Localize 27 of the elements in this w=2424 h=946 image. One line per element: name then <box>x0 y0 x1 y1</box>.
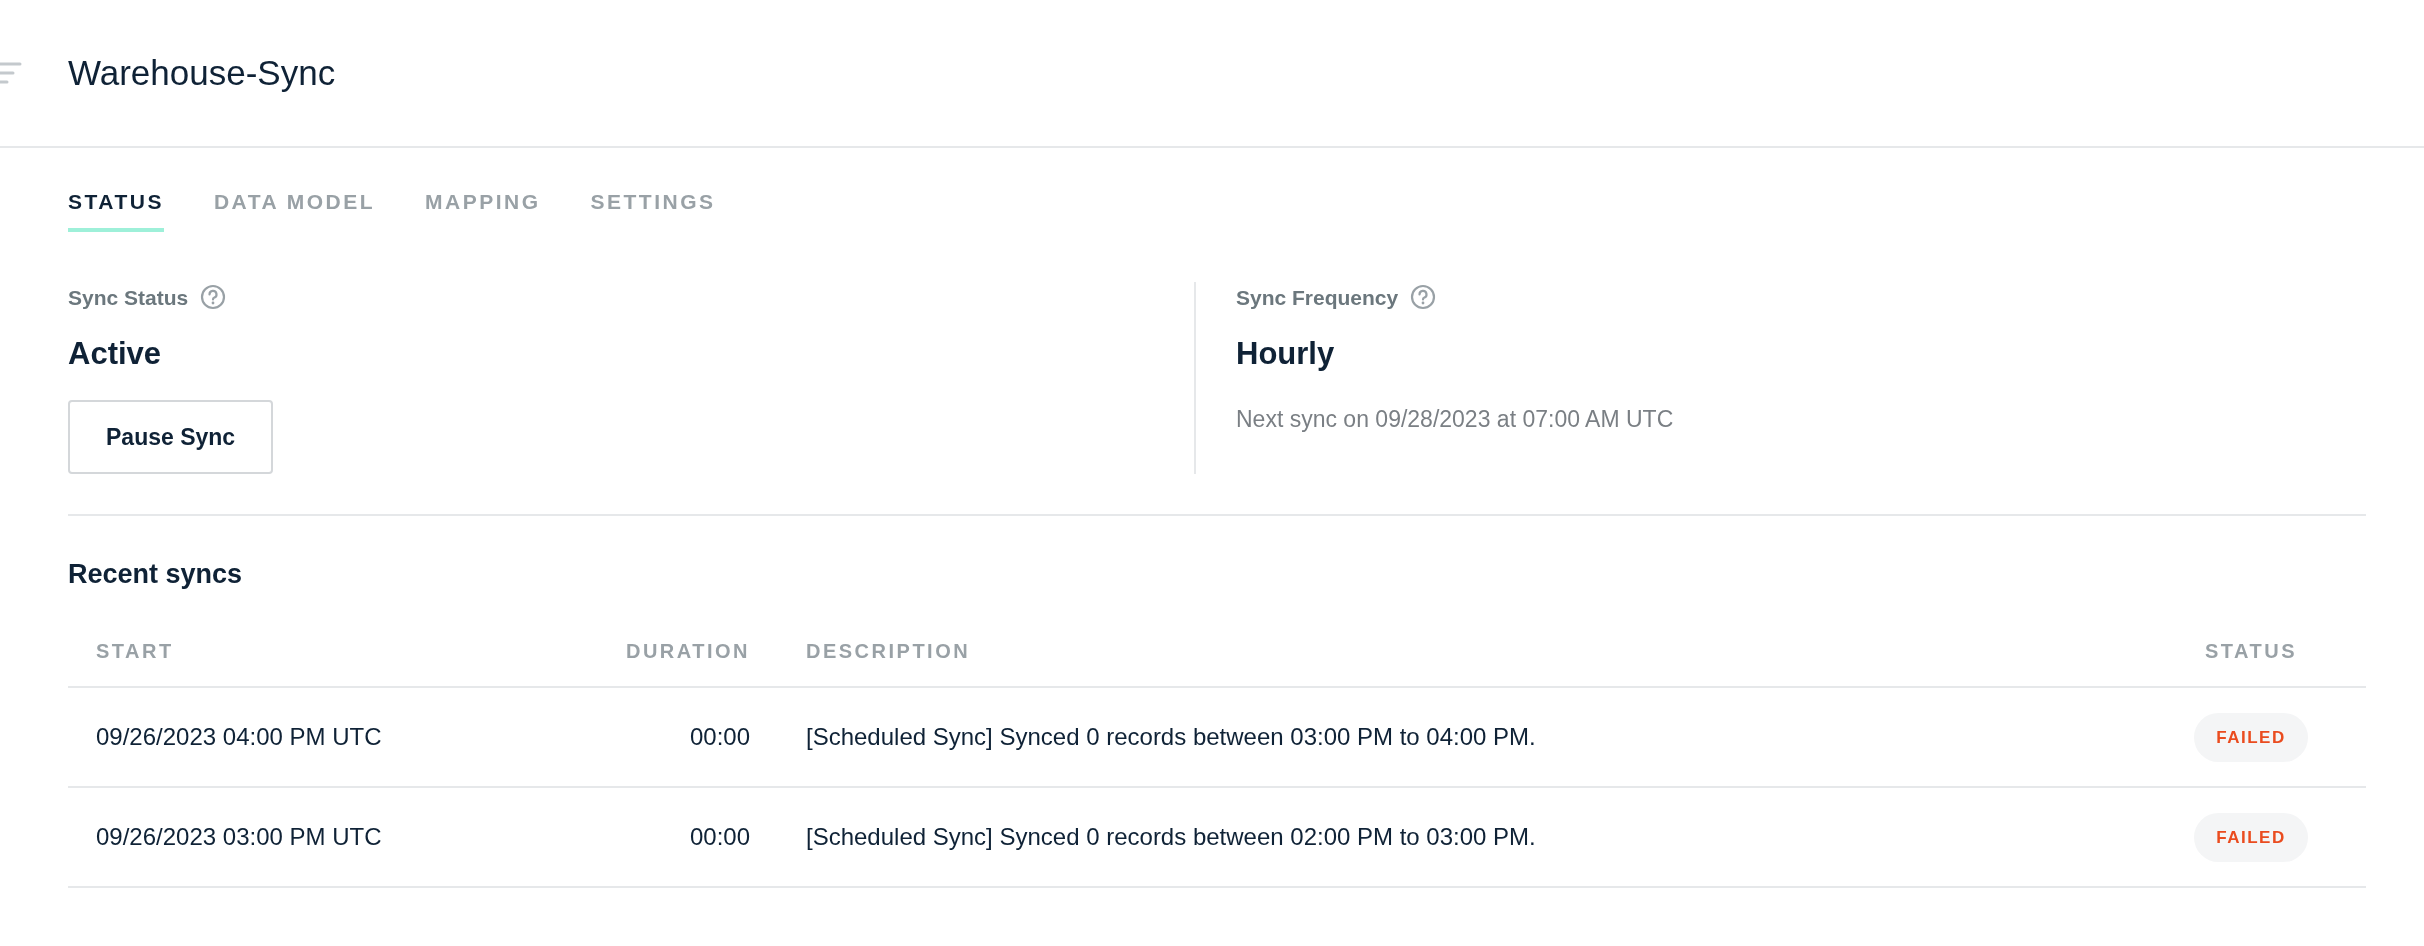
section-title: Recent syncs <box>68 558 244 591</box>
pause-sync-button[interactable]: Pause Sync <box>68 399 274 474</box>
menu-icon[interactable] <box>0 61 22 85</box>
help-icon[interactable] <box>1410 284 1437 311</box>
status-value: Active <box>68 335 163 373</box>
column-header: DURATION <box>548 616 778 688</box>
column-header: START <box>68 616 548 688</box>
tab[interactable]: STATUS <box>68 186 164 232</box>
status-badge: FAILED <box>2194 812 2308 863</box>
next-sync-text: Next sync on 09/28/2023 at 07:00 AM UTC <box>1236 404 1674 434</box>
tab[interactable]: SETTINGS <box>590 186 716 232</box>
table-cell: [Scheduled Sync] Synced 0 records between 02:00 PM to 03:00 PM. <box>778 787 2136 888</box>
table-cell: 09/26/2023 04:00 PM UTC <box>68 687 548 788</box>
help-icon[interactable] <box>200 284 227 311</box>
tab[interactable]: MAPPING <box>425 186 541 232</box>
page-title: Warehouse-Sync <box>68 52 336 94</box>
column-header: DESCRIPTION <box>778 616 2136 688</box>
field-label: Sync Status <box>68 284 189 311</box>
table-cell: 00:00 <box>548 687 778 788</box>
field-label: Sync Frequency <box>1236 284 1399 311</box>
column-header: STATUS <box>2136 616 2366 688</box>
frequency-value: Hourly <box>1236 335 1336 373</box>
table-cell: 09/26/2023 03:00 PM UTC <box>68 787 548 888</box>
table-cell: [Scheduled Sync] Synced 0 records between 03:00 PM to 04:00 PM. <box>778 687 2136 788</box>
table-cell: 00:00 <box>548 787 778 888</box>
status-badge: FAILED <box>2194 712 2308 763</box>
tab[interactable]: DATA MODEL <box>213 186 375 232</box>
